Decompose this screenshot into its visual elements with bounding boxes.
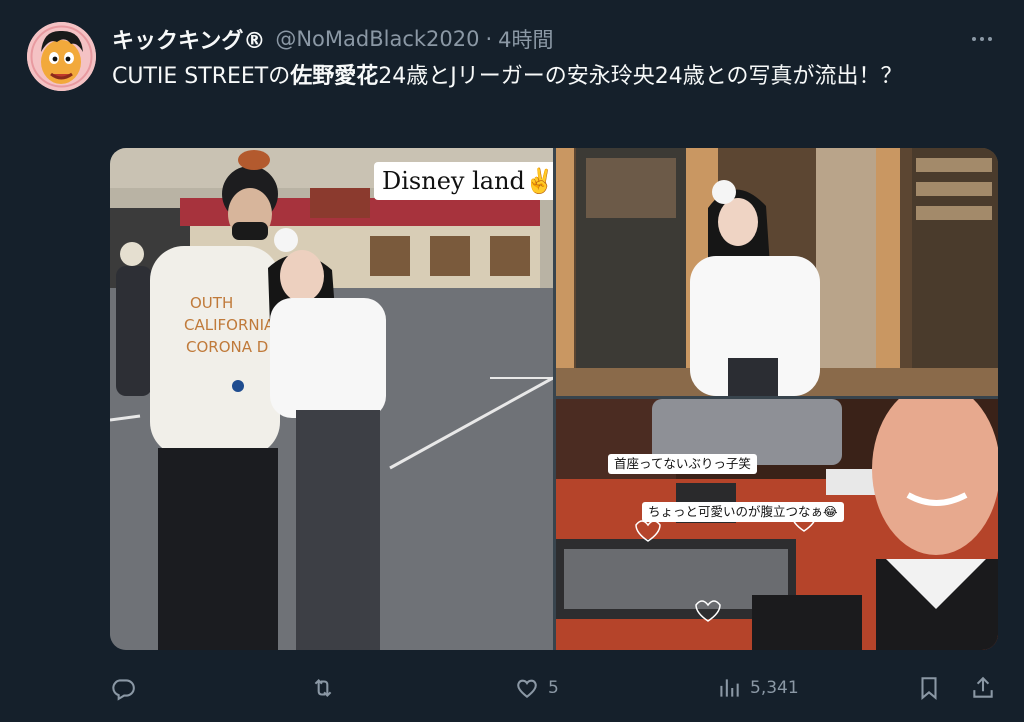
timestamp[interactable]: 4時間: [498, 24, 553, 54]
bookmark-icon: [921, 677, 937, 700]
views-button[interactable]: 5,341: [716, 668, 799, 708]
tweet-text-bold: 佐野愛花: [290, 64, 379, 89]
more-horizontal-icon: [972, 37, 992, 41]
photo-3-caption-2: ちょっと可愛いのが腹立つなぁ😂: [642, 502, 844, 522]
tweet-text-part1: CUTIE STREETの: [112, 64, 291, 89]
avatar[interactable]: [27, 22, 96, 91]
photo-3-image: [556, 399, 998, 650]
separator-dot: ·: [485, 27, 493, 51]
tweet-text-part2: 24歳とJリーガーの安永玲央24歳との写真が流出！？: [378, 64, 903, 89]
photo-1-image: OUTH CALIFORNIA CORONA D: [110, 148, 553, 650]
heart-icon: [517, 679, 537, 698]
action-bar: 5 5,341: [110, 668, 1000, 708]
media-grid: OUTH CALIFORNIA CORONA D Disney land✌✌: [110, 148, 998, 650]
bookmark-button[interactable]: [916, 668, 942, 708]
photo-2[interactable]: [556, 148, 998, 396]
like-button[interactable]: 5: [514, 668, 559, 708]
tweet[interactable]: キックキング® @NoMadBlack2020 · 4時間 CUTIE STRE…: [0, 0, 1024, 722]
views-chart-icon: [720, 679, 739, 697]
retweet-button[interactable]: [310, 668, 344, 708]
reply-icon: [112, 679, 135, 701]
photo-3[interactable]: 首座ってないぶりっ子笑 ちょっと可愛いのが腹立つなぁ😂: [556, 399, 998, 650]
like-count: 5: [548, 678, 559, 698]
tweet-header: キックキング® @NoMadBlack2020 · 4時間: [112, 22, 554, 56]
photo-2-image: [556, 148, 998, 396]
display-name[interactable]: キックキング®: [112, 23, 265, 55]
share-button[interactable]: [970, 668, 996, 708]
photo-1-caption: Disney land✌✌: [374, 162, 553, 200]
avatar-image: [27, 22, 96, 91]
svg-text:CORONA D: CORONA D: [186, 338, 268, 356]
photo-3-caption-1: 首座ってないぶりっ子笑: [608, 454, 757, 474]
user-handle[interactable]: @NoMadBlack2020: [275, 27, 479, 51]
reply-button[interactable]: [110, 668, 144, 708]
views-count: 5,341: [750, 678, 799, 698]
svg-text:OUTH: OUTH: [190, 294, 233, 312]
more-options-button[interactable]: [962, 26, 1002, 52]
retweet-icon: [314, 678, 332, 698]
tweet-text: CUTIE STREETの佐野愛花24歳とJリーガーの安永玲央24歳との写真が流…: [112, 60, 992, 93]
svg-text:CALIFORNIA: CALIFORNIA: [184, 316, 275, 334]
photo-1[interactable]: OUTH CALIFORNIA CORONA D Disney land✌✌: [110, 148, 553, 650]
share-icon: [973, 676, 993, 698]
